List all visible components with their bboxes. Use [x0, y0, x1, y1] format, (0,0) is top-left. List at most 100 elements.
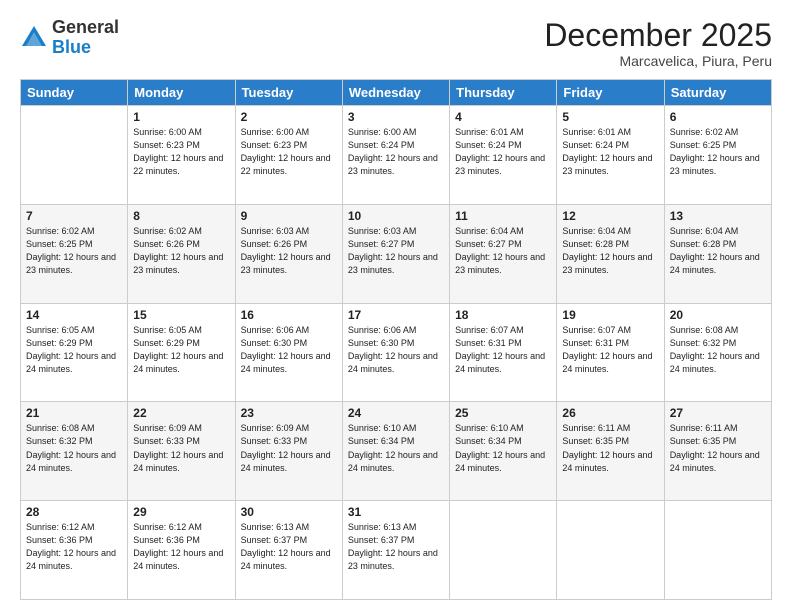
day-number: 7: [26, 209, 122, 223]
day-info: Sunrise: 6:11 AMSunset: 6:35 PMDaylight:…: [670, 422, 766, 474]
day-number: 4: [455, 110, 551, 124]
calendar-cell: [450, 501, 557, 600]
day-info: Sunrise: 6:12 AMSunset: 6:36 PMDaylight:…: [26, 521, 122, 573]
day-info: Sunrise: 6:13 AMSunset: 6:37 PMDaylight:…: [348, 521, 444, 573]
calendar-cell: 2 Sunrise: 6:00 AMSunset: 6:23 PMDaylight…: [235, 106, 342, 205]
day-number: 15: [133, 308, 229, 322]
calendar-cell: 13 Sunrise: 6:04 AMSunset: 6:28 PMDayligh…: [664, 204, 771, 303]
calendar-week-2: 7 Sunrise: 6:02 AMSunset: 6:25 PMDaylight…: [21, 204, 772, 303]
day-number: 12: [562, 209, 658, 223]
calendar-cell: 4 Sunrise: 6:01 AMSunset: 6:24 PMDaylight…: [450, 106, 557, 205]
calendar-cell: 12 Sunrise: 6:04 AMSunset: 6:28 PMDayligh…: [557, 204, 664, 303]
calendar-cell: 18 Sunrise: 6:07 AMSunset: 6:31 PMDayligh…: [450, 303, 557, 402]
day-info: Sunrise: 6:01 AMSunset: 6:24 PMDaylight:…: [562, 126, 658, 178]
calendar-cell: 23 Sunrise: 6:09 AMSunset: 6:33 PMDayligh…: [235, 402, 342, 501]
day-info: Sunrise: 6:08 AMSunset: 6:32 PMDaylight:…: [26, 422, 122, 474]
day-info: Sunrise: 6:03 AMSunset: 6:27 PMDaylight:…: [348, 225, 444, 277]
day-info: Sunrise: 6:01 AMSunset: 6:24 PMDaylight:…: [455, 126, 551, 178]
day-number: 21: [26, 406, 122, 420]
day-info: Sunrise: 6:04 AMSunset: 6:28 PMDaylight:…: [670, 225, 766, 277]
calendar-cell: 27Sunrise: 6:11 AMSunset: 6:35 PMDayligh…: [664, 402, 771, 501]
calendar-cell: 21 Sunrise: 6:08 AMSunset: 6:32 PMDayligh…: [21, 402, 128, 501]
day-number: 11: [455, 209, 551, 223]
title-block: December 2025 Marcavelica, Piura, Peru: [544, 18, 772, 69]
calendar-cell: 28 Sunrise: 6:12 AMSunset: 6:36 PMDayligh…: [21, 501, 128, 600]
day-number: 14: [26, 308, 122, 322]
day-number: 28: [26, 505, 122, 519]
day-number: 30: [241, 505, 337, 519]
calendar-cell: 11 Sunrise: 6:04 AMSunset: 6:27 PMDayligh…: [450, 204, 557, 303]
calendar-cell: 8Sunrise: 6:02 AMSunset: 6:26 PMDaylight…: [128, 204, 235, 303]
weekday-header-thursday: Thursday: [450, 80, 557, 106]
day-number: 2: [241, 110, 337, 124]
day-number: 3: [348, 110, 444, 124]
day-number: 23: [241, 406, 337, 420]
calendar-week-4: 21 Sunrise: 6:08 AMSunset: 6:32 PMDayligh…: [21, 402, 772, 501]
weekday-header-row: SundayMondayTuesdayWednesdayThursdayFrid…: [21, 80, 772, 106]
day-number: 29: [133, 505, 229, 519]
day-number: 10: [348, 209, 444, 223]
day-number: 18: [455, 308, 551, 322]
calendar-cell: 16 Sunrise: 6:06 AMSunset: 6:30 PMDayligh…: [235, 303, 342, 402]
calendar-cell: 1 Sunrise: 6:00 AMSunset: 6:23 PMDaylight…: [128, 106, 235, 205]
day-info: Sunrise: 6:00 AMSunset: 6:23 PMDaylight:…: [241, 126, 337, 178]
weekday-header-wednesday: Wednesday: [342, 80, 449, 106]
day-info: Sunrise: 6:09 AMSunset: 6:33 PMDaylight:…: [241, 422, 337, 474]
day-number: 20: [670, 308, 766, 322]
day-info: Sunrise: 6:05 AMSunset: 6:29 PMDaylight:…: [26, 324, 122, 376]
day-info: Sunrise: 6:00 AMSunset: 6:24 PMDaylight:…: [348, 126, 444, 178]
day-number: 24: [348, 406, 444, 420]
logo-text: General Blue: [52, 18, 119, 58]
calendar-cell: 24 Sunrise: 6:10 AMSunset: 6:34 PMDayligh…: [342, 402, 449, 501]
day-number: 6: [670, 110, 766, 124]
calendar-cell: 3 Sunrise: 6:00 AMSunset: 6:24 PMDaylight…: [342, 106, 449, 205]
logo-icon: [20, 24, 48, 52]
calendar-cell: [664, 501, 771, 600]
calendar-cell: 5 Sunrise: 6:01 AMSunset: 6:24 PMDaylight…: [557, 106, 664, 205]
day-number: 31: [348, 505, 444, 519]
day-number: 25: [455, 406, 551, 420]
day-number: 17: [348, 308, 444, 322]
calendar-cell: 9Sunrise: 6:03 AMSunset: 6:26 PMDaylight…: [235, 204, 342, 303]
day-info: Sunrise: 6:07 AMSunset: 6:31 PMDaylight:…: [455, 324, 551, 376]
location-subtitle: Marcavelica, Piura, Peru: [544, 53, 772, 69]
day-number: 9: [241, 209, 337, 223]
day-info: Sunrise: 6:10 AMSunset: 6:34 PMDaylight:…: [348, 422, 444, 474]
calendar-cell: 20 Sunrise: 6:08 AMSunset: 6:32 PMDayligh…: [664, 303, 771, 402]
day-info: Sunrise: 6:02 AMSunset: 6:25 PMDaylight:…: [26, 225, 122, 277]
day-info: Sunrise: 6:12 AMSunset: 6:36 PMDaylight:…: [133, 521, 229, 573]
page: General Blue December 2025 Marcavelica, …: [0, 0, 792, 612]
calendar-week-3: 14 Sunrise: 6:05 AMSunset: 6:29 PMDayligh…: [21, 303, 772, 402]
day-number: 22: [133, 406, 229, 420]
day-info: Sunrise: 6:11 AMSunset: 6:35 PMDaylight:…: [562, 422, 658, 474]
day-number: 5: [562, 110, 658, 124]
calendar-cell: 7 Sunrise: 6:02 AMSunset: 6:25 PMDaylight…: [21, 204, 128, 303]
weekday-header-tuesday: Tuesday: [235, 80, 342, 106]
calendar-week-1: 1 Sunrise: 6:00 AMSunset: 6:23 PMDaylight…: [21, 106, 772, 205]
day-number: 26: [562, 406, 658, 420]
day-number: 13: [670, 209, 766, 223]
calendar-cell: 15Sunrise: 6:05 AMSunset: 6:29 PMDayligh…: [128, 303, 235, 402]
calendar-cell: [21, 106, 128, 205]
day-info: Sunrise: 6:06 AMSunset: 6:30 PMDaylight:…: [348, 324, 444, 376]
calendar-cell: 29 Sunrise: 6:12 AMSunset: 6:36 PMDayligh…: [128, 501, 235, 600]
calendar-cell: 17 Sunrise: 6:06 AMSunset: 6:30 PMDayligh…: [342, 303, 449, 402]
day-number: 16: [241, 308, 337, 322]
calendar-week-5: 28 Sunrise: 6:12 AMSunset: 6:36 PMDayligh…: [21, 501, 772, 600]
day-info: Sunrise: 6:06 AMSunset: 6:30 PMDaylight:…: [241, 324, 337, 376]
calendar-cell: [557, 501, 664, 600]
day-info: Sunrise: 6:10 AMSunset: 6:34 PMDaylight:…: [455, 422, 551, 474]
day-info: Sunrise: 6:02 AMSunset: 6:26 PMDaylight:…: [133, 225, 229, 277]
day-info: Sunrise: 6:04 AMSunset: 6:28 PMDaylight:…: [562, 225, 658, 277]
day-info: Sunrise: 6:08 AMSunset: 6:32 PMDaylight:…: [670, 324, 766, 376]
day-number: 19: [562, 308, 658, 322]
day-info: Sunrise: 6:00 AMSunset: 6:23 PMDaylight:…: [133, 126, 229, 178]
month-title: December 2025: [544, 18, 772, 53]
day-info: Sunrise: 6:04 AMSunset: 6:27 PMDaylight:…: [455, 225, 551, 277]
weekday-header-monday: Monday: [128, 80, 235, 106]
calendar-cell: 30 Sunrise: 6:13 AMSunset: 6:37 PMDayligh…: [235, 501, 342, 600]
day-info: Sunrise: 6:13 AMSunset: 6:37 PMDaylight:…: [241, 521, 337, 573]
calendar-cell: 10 Sunrise: 6:03 AMSunset: 6:27 PMDayligh…: [342, 204, 449, 303]
day-number: 1: [133, 110, 229, 124]
weekday-header-saturday: Saturday: [664, 80, 771, 106]
